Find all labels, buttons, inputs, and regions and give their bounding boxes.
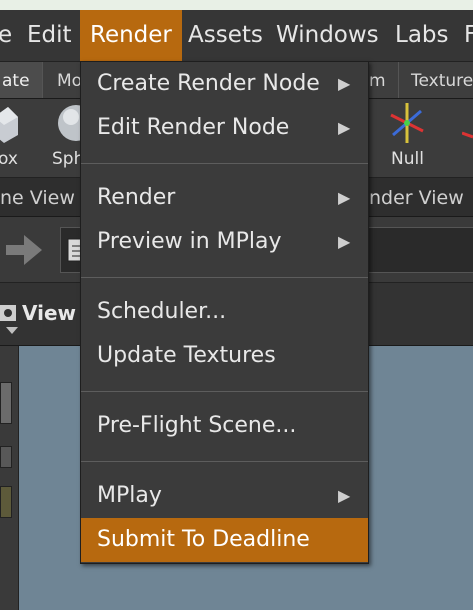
submenu-arrow-icon: ▶ xyxy=(338,74,351,93)
menu-item-scheduler[interactable]: Scheduler... xyxy=(81,290,368,334)
camera-icon[interactable] xyxy=(0,299,20,335)
forward-arrow-icon[interactable] xyxy=(6,235,44,265)
menu-separator xyxy=(81,163,368,164)
viewer-title: View xyxy=(22,301,77,325)
menu-item-update-textures[interactable]: Update Textures xyxy=(81,334,368,378)
menu-bar: e Edit Render Assets Windows Labs F xyxy=(0,10,473,62)
menu-item-edit-render-node[interactable]: Edit Render Node ▶ xyxy=(81,106,368,150)
menu-separator xyxy=(81,277,368,278)
select-tool-icon[interactable] xyxy=(0,382,12,424)
menu-item-label: Create Render Node xyxy=(97,71,320,96)
menu-item-mplay[interactable]: MPlay ▶ xyxy=(81,474,368,518)
handle-tool-icon[interactable] xyxy=(0,446,12,468)
menu-assets[interactable]: Assets xyxy=(188,10,263,61)
menu-item-create-render-node[interactable]: Create Render Node ▶ xyxy=(81,62,368,106)
menu-item-label: Update Textures xyxy=(97,343,276,368)
submenu-arrow-icon: ▶ xyxy=(338,188,351,207)
pose-tool-icon[interactable] xyxy=(0,486,12,518)
menu-item-label: Edit Render Node xyxy=(97,115,290,140)
menu-separator xyxy=(81,391,368,392)
shelf-tab-create[interactable]: ate xyxy=(0,62,45,98)
null-tool-label[interactable]: Null xyxy=(391,149,424,169)
menu-item-render[interactable]: Render ▶ xyxy=(81,176,368,220)
submenu-arrow-icon: ▶ xyxy=(338,486,351,505)
menu-item-pre-flight-scene[interactable]: Pre-Flight Scene... xyxy=(81,404,368,448)
box-tool-icon[interactable] xyxy=(0,103,20,145)
window-top-strip xyxy=(0,0,473,10)
menu-item-submit-to-deadline[interactable]: Submit To Deadline xyxy=(81,518,368,562)
null-tool-icon[interactable] xyxy=(387,101,427,145)
menu-item-label: Pre-Flight Scene... xyxy=(97,413,297,438)
submenu-arrow-icon: ▶ xyxy=(338,232,351,251)
menu-file[interactable]: e xyxy=(0,10,12,61)
submenu-arrow-icon: ▶ xyxy=(338,118,351,137)
viewport-side-toolbar xyxy=(0,346,19,610)
menu-item-label: Scheduler... xyxy=(97,299,227,324)
menu-item-label: Render xyxy=(97,185,176,210)
box-tool-label[interactable]: ox xyxy=(0,149,18,169)
menu-item-label: Submit To Deadline xyxy=(97,527,310,552)
menu-separator xyxy=(81,461,368,462)
menu-help[interactable]: F xyxy=(464,10,473,61)
menu-item-label: MPlay xyxy=(97,483,162,508)
menu-item-preview-in-mplay[interactable]: Preview in MPlay ▶ xyxy=(81,220,368,264)
menu-item-label: Preview in MPlay xyxy=(97,229,282,254)
menu-windows[interactable]: Windows xyxy=(276,10,379,61)
menu-edit[interactable]: Edit xyxy=(27,10,72,61)
light-tool-icon[interactable] xyxy=(462,123,473,143)
render-menu-dropdown: Create Render Node ▶ Edit Render Node ▶ … xyxy=(80,61,369,564)
tab-render-view[interactable]: nder View xyxy=(369,178,464,216)
menu-render[interactable]: Render xyxy=(80,10,182,61)
shelf-tab-texture[interactable]: Texture xyxy=(398,62,473,98)
menu-labs[interactable]: Labs xyxy=(395,10,449,61)
tab-scene-view[interactable]: ne View xyxy=(0,178,75,216)
